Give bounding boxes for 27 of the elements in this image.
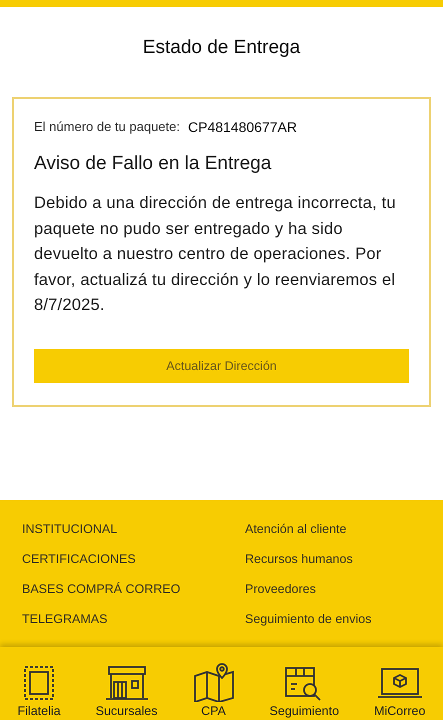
footer-link[interactable]: Proveedores bbox=[245, 582, 443, 612]
footer-link[interactable]: INSTITUCIONAL bbox=[22, 522, 245, 552]
footer-link[interactable]: Seguimiento de envios bbox=[245, 612, 443, 642]
footer-link[interactable]: TELEGRAMAS bbox=[22, 612, 245, 642]
package-label: El número de tu paquete: bbox=[34, 119, 180, 135]
nav-label: Filatelia bbox=[18, 704, 61, 718]
nav-item[interactable]: Sucursales bbox=[96, 664, 158, 718]
nav-label: Sucursales bbox=[96, 704, 158, 718]
nav-label: CPA bbox=[201, 704, 226, 718]
footer-link[interactable]: CERTIFICACIONES bbox=[22, 552, 245, 582]
map-icon bbox=[192, 662, 234, 702]
footer-link[interactable]: Atención al cliente bbox=[245, 522, 443, 552]
nav-item[interactable]: MiCorreo bbox=[374, 666, 426, 718]
store-icon bbox=[104, 664, 150, 702]
update-address-button[interactable]: Actualizar Dirección bbox=[34, 348, 409, 382]
package-number: CP481480677AR bbox=[188, 119, 297, 135]
nav-item[interactable]: Seguimiento bbox=[270, 662, 340, 718]
notice-heading: Aviso de Fallo en la Entrega bbox=[34, 153, 272, 175]
nav-item[interactable]: CPA bbox=[192, 662, 234, 718]
notice-message: Debido a una dirección de entrega incorrecta, tu paquete no pudo ser entregado y ha sido devuelto a nuestro centro de operaciones. Por favor, actualizá tu dirección y lo reenviaremos el 8/7/2025. bbox=[34, 193, 397, 316]
nav-item[interactable]: Filatelia bbox=[18, 664, 61, 718]
footer-link[interactable]: Recursos humanos bbox=[245, 552, 443, 582]
page-title: Estado de Entrega bbox=[142, 36, 302, 60]
nav-label: Seguimiento bbox=[270, 704, 340, 718]
nav-label: MiCorreo bbox=[374, 704, 426, 718]
stamp-icon bbox=[22, 664, 56, 702]
footer-link[interactable]: BASES COMPRÁ CORREO bbox=[22, 582, 245, 612]
